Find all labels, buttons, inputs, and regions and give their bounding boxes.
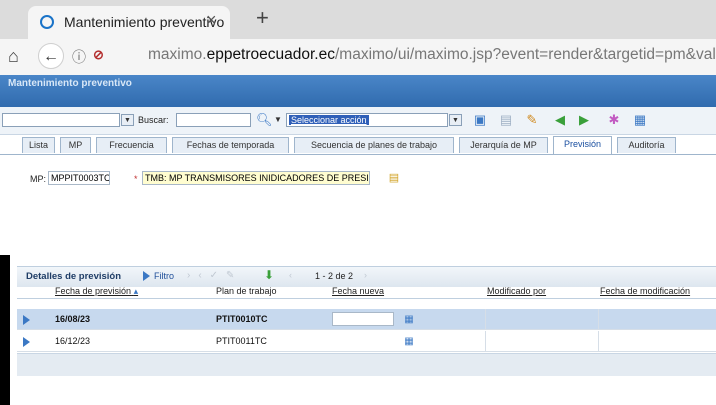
previous-record-icon[interactable]: ◀ <box>552 113 568 127</box>
row-details-icon[interactable] <box>23 315 30 325</box>
bulletin-icon[interactable]: ▣ <box>472 113 488 127</box>
report-icon[interactable]: ▦ <box>632 113 648 127</box>
url-host: eppetroecuador.ec <box>206 46 335 63</box>
address-bar: ⌂ ← ⓘ ⊘ maximo.eppetroecuador.ec/maximo/… <box>0 39 716 76</box>
pagination-text: 1 - 2 de 2 <box>315 271 354 281</box>
query-dropdown-icon[interactable]: ▼ <box>121 114 134 126</box>
url-path: /maximo/ui/maximo.jsp?event=render&targe… <box>334 46 716 63</box>
row-details-icon[interactable] <box>23 337 30 347</box>
toolbar: ▼ Buscar: 🔍︎ ▼ Seleccionar acción ▼ ▣ ▤ … <box>0 107 716 135</box>
browser-tab-title: Mantenimiento preventivo <box>64 14 225 30</box>
back-icon[interactable]: ← <box>38 43 64 69</box>
table-title: Detalles de previsión <box>26 271 122 282</box>
select-action-dropdown[interactable]: Seleccionar acción <box>286 113 448 127</box>
fecha-nueva-input[interactable] <box>332 312 394 326</box>
edit-pencil-icon[interactable]: ✎ <box>524 113 540 127</box>
url-text[interactable]: maximo.eppetroecuador.ec/maximo/ui/maxim… <box>148 46 716 64</box>
mp-field[interactable]: MPPIT0003TC <box>48 171 110 185</box>
previous-page-icon[interactable]: ‹ <box>289 270 292 280</box>
tab-secuencia-planes[interactable]: Secuencia de planes de trabajo <box>294 137 454 153</box>
tab-auditoria[interactable]: Auditoría <box>617 137 676 153</box>
col-fecha-prevision-label: Fecha de previsión <box>55 286 132 296</box>
row-fecha-prevision: 16/08/23 <box>55 314 91 324</box>
search-icon[interactable]: 🔍︎ <box>256 113 273 127</box>
app-title: Mantenimiento preventivo <box>8 78 132 89</box>
tab-frecuencia[interactable]: Frecuencia <box>96 137 167 153</box>
tab-prevision[interactable]: Previsión <box>553 136 612 154</box>
site-info-icon[interactable]: ⓘ <box>72 47 86 67</box>
home-icon[interactable]: ⌂ <box>8 46 19 67</box>
next-page-icon[interactable]: › <box>364 270 367 280</box>
tab-jerarquia-mp[interactable]: Jerarquía de MP <box>459 137 548 153</box>
row-fecha-prevision: 16/12/23 <box>55 336 91 346</box>
maximo-favicon-icon <box>40 15 54 29</box>
col-divider <box>598 331 599 352</box>
tab-lista[interactable]: Lista <box>22 137 55 153</box>
select-action-arrow-icon[interactable]: ▼ <box>449 114 462 126</box>
required-marker: * <box>134 174 138 184</box>
app-header: Mantenimiento preventivo <box>0 75 716 108</box>
col-fecha-prevision[interactable]: Fecha de previsión ▴ <box>55 286 138 297</box>
query-select[interactable] <box>2 113 120 127</box>
close-tab-icon[interactable]: × <box>206 10 217 31</box>
tabs-row: Lista MP Frecuencia Fechas de temporada … <box>0 135 716 155</box>
insecure-icon: ⊘ <box>93 47 104 62</box>
next-record-icon[interactable]: ▶ <box>576 113 592 127</box>
browser-tab[interactable]: Mantenimiento preventivo × <box>28 6 230 39</box>
search-label: Buscar: <box>138 115 169 125</box>
header-divider <box>17 298 716 299</box>
disabled-table-tools-icon: ›‹✓✎ <box>187 270 243 281</box>
col-fecha-modificacion[interactable]: Fecha de modificación <box>600 286 690 296</box>
tab-mp[interactable]: MP <box>60 137 91 153</box>
search-options-icon[interactable]: ▼ <box>274 115 282 124</box>
url-prefix: maximo. <box>148 46 207 63</box>
calendar-icon[interactable]: ▦ <box>401 313 417 327</box>
row-plan-trabajo: PTIT0010TC <box>216 314 268 324</box>
col-fecha-nueva[interactable]: Fecha nueva <box>332 286 384 296</box>
tab-fechas-temporada[interactable]: Fechas de temporada <box>172 137 289 153</box>
long-description-icon[interactable]: ▤ <box>386 171 402 185</box>
browser-tabstrip: Mantenimiento preventivo × + <box>0 0 716 39</box>
calendar-icon[interactable]: ▦ <box>401 335 417 349</box>
table-row[interactable]: 16/08/23 PTIT0010TC ▦ <box>17 309 716 330</box>
sort-ascending-icon[interactable]: ▴ <box>134 286 139 296</box>
mp-label: MP: <box>30 174 47 184</box>
download-icon[interactable]: ⬇ <box>264 268 274 282</box>
col-divider <box>485 331 486 352</box>
select-action-text: Seleccionar acción <box>289 115 369 125</box>
col-modificado-por[interactable]: Modificado por <box>487 286 546 296</box>
save-icon[interactable]: ▤ <box>498 113 514 127</box>
workflow-icon[interactable]: ✱ <box>606 113 622 127</box>
description-field[interactable]: TMB: MP TRANSMISORES INIDICADORES DE PRE… <box>142 171 370 185</box>
search-input[interactable] <box>176 113 251 127</box>
table-row[interactable]: 16/12/23 PTIT0011TC ▦ <box>17 331 716 352</box>
row-plan-trabajo: PTIT0011TC <box>216 336 267 346</box>
new-tab-icon[interactable]: + <box>256 5 269 31</box>
col-divider <box>598 309 599 330</box>
filter-icon[interactable] <box>143 271 150 281</box>
table-header-bar: Detalles de previsión Filtro ›‹✓✎ ⬇ ‹ 1 … <box>17 266 716 287</box>
table-footer <box>17 353 716 376</box>
col-plan-trabajo: Plan de trabajo <box>216 286 277 296</box>
filter-link[interactable]: Filtro <box>154 271 174 281</box>
col-divider <box>485 309 486 330</box>
left-edge-shadow <box>0 255 10 405</box>
